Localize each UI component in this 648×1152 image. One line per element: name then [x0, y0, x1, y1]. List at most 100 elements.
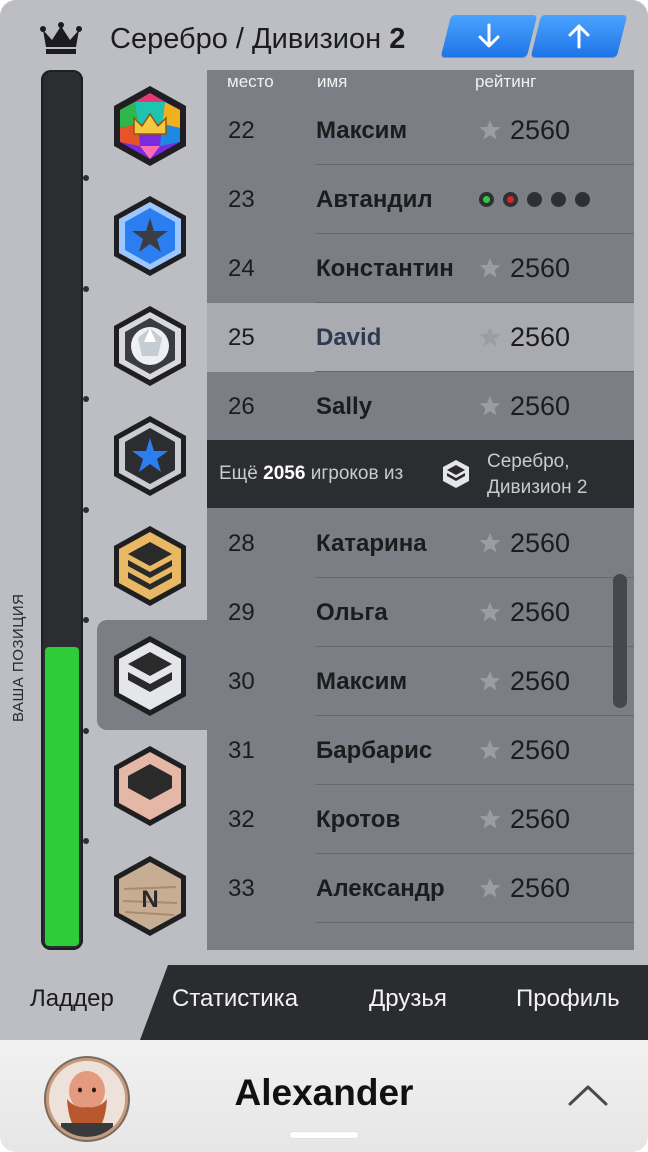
- rating-value: 2560: [510, 391, 571, 421]
- more-players-row[interactable]: Ещё 2056 игроков из Серебро, Дивизион 2: [207, 440, 634, 508]
- player-name: Катарина: [316, 530, 427, 557]
- grandmaster-badge-icon[interactable]: [110, 84, 190, 168]
- division-number: 2: [389, 23, 406, 55]
- more-division-name: Серебро, Дивизион 2: [487, 449, 627, 501]
- status-dots: [479, 192, 599, 208]
- more-suffix: игроков из: [310, 463, 404, 484]
- star-icon: [479, 258, 501, 278]
- bar-tick: [83, 507, 89, 513]
- division-title-text: Серебро / Дивизион: [110, 23, 382, 55]
- rating-value: 2560: [510, 528, 571, 558]
- table-row[interactable]: 30 Максим 2560: [207, 647, 634, 716]
- rank: 23: [228, 186, 255, 213]
- more-players-text: Ещё 2056 игроков из: [219, 440, 403, 508]
- status-dot: [479, 192, 494, 207]
- diamond-badge-icon[interactable]: [110, 304, 190, 388]
- status-dot: [527, 192, 542, 207]
- more-division-line1: Серебро,: [487, 451, 570, 472]
- user-name: Alexander: [234, 1072, 414, 1113]
- champion-star-badge-icon[interactable]: [110, 194, 190, 278]
- table-row[interactable]: 26 Sally 2560: [207, 372, 634, 441]
- your-position-label: ВАША ПОЗИЦИЯ: [10, 593, 27, 722]
- star-icon: [479, 809, 501, 829]
- status-dot: [503, 192, 518, 207]
- arrow-down-icon: [478, 23, 500, 48]
- drag-handle[interactable]: [290, 1132, 358, 1138]
- rating-value: 2560: [510, 873, 571, 903]
- column-name: имя: [317, 72, 348, 91]
- table-row[interactable]: 31 Барбарис 2560: [207, 716, 634, 785]
- rank: 22: [228, 117, 255, 144]
- division-title: Серебро / Дивизион 2: [110, 20, 405, 58]
- rank: 26: [228, 393, 255, 420]
- silver-badge-icon[interactable]: [110, 634, 190, 718]
- arrow-up-icon: [568, 24, 590, 49]
- table-row[interactable]: 22 Максим 2560: [207, 96, 634, 165]
- rank: 32: [228, 806, 255, 833]
- table-row[interactable]: 23 Автандил: [207, 165, 634, 234]
- user-footer[interactable]: Alexander: [0, 1040, 648, 1152]
- status-dot: [551, 192, 566, 207]
- status-dot: [575, 192, 590, 207]
- position-bar-fill: [45, 646, 79, 946]
- rating-value: 2560: [510, 253, 571, 283]
- rating-value: 2560: [510, 735, 571, 765]
- ladder-table: место имя рейтинг 22 Максим 2560 23 Автандил…: [207, 70, 634, 950]
- more-count: 2056: [263, 463, 306, 484]
- player-name: Александр: [316, 875, 445, 902]
- star-icon: [479, 602, 501, 622]
- bar-tick: [83, 728, 89, 734]
- player-name: David: [316, 324, 382, 351]
- wood-badge-icon[interactable]: N: [110, 854, 190, 938]
- tab-friends[interactable]: Друзья: [369, 985, 447, 1013]
- row-divider: [315, 922, 634, 923]
- rating-value: 2560: [510, 804, 571, 834]
- bar-tick: [83, 286, 89, 292]
- rating-value: 2560: [510, 666, 571, 696]
- table-row[interactable]: 28 Катарина 2560: [207, 509, 634, 578]
- table-row[interactable]: 32 Кротов 2560: [207, 785, 634, 854]
- player-name: Sally: [316, 393, 373, 420]
- rank: 29: [228, 599, 255, 626]
- rank: 25: [228, 324, 255, 351]
- bar-tick: [83, 396, 89, 402]
- rank: 30: [228, 668, 255, 695]
- silver-division-icon: [443, 460, 469, 488]
- tab-statistics[interactable]: Статистика: [172, 985, 298, 1013]
- tab-profile[interactable]: Профиль: [516, 985, 620, 1013]
- player-name: Автандил: [316, 186, 433, 213]
- table-row-current-user[interactable]: 25 David 2560: [207, 303, 634, 372]
- rank: 31: [228, 737, 255, 764]
- star-icon: [479, 396, 501, 416]
- ladder-screen: Серебро / Дивизион 2 ВАША ПОЗИЦИЯ N мест…: [0, 0, 648, 1040]
- scroll-down-button[interactable]: [440, 15, 538, 57]
- platinum-star-badge-icon[interactable]: [110, 414, 190, 498]
- rank: 33: [228, 875, 255, 902]
- bronze-badge-icon[interactable]: [110, 744, 190, 828]
- bar-tick: [83, 838, 89, 844]
- player-name: Константин: [316, 255, 454, 282]
- rating-value: 2560: [510, 322, 571, 352]
- tab-ladder[interactable]: Ладдер: [30, 985, 114, 1013]
- svg-text:N: N: [141, 886, 158, 913]
- chevron-up-icon[interactable]: [567, 1083, 609, 1107]
- star-icon: [479, 671, 501, 691]
- bar-tick: [83, 617, 89, 623]
- scrollbar[interactable]: [613, 574, 627, 708]
- table-row[interactable]: 29 Ольга 2560: [207, 578, 634, 647]
- table-row[interactable]: 33 Александр 2560: [207, 854, 634, 923]
- player-name: Барбарис: [316, 737, 433, 764]
- rating-value: 2560: [510, 597, 571, 627]
- rating-value: 2560: [510, 115, 571, 145]
- star-icon: [479, 740, 501, 760]
- scroll-up-button[interactable]: [530, 15, 628, 57]
- crown-icon: [40, 22, 82, 54]
- table-row[interactable]: 24 Константин 2560: [207, 234, 634, 303]
- gold-badge-icon[interactable]: [110, 524, 190, 608]
- table-header: место имя рейтинг: [207, 70, 634, 98]
- player-name: Максим: [316, 668, 408, 695]
- column-rating: рейтинг: [475, 72, 537, 91]
- player-name: Ольга: [316, 599, 388, 626]
- player-name: Максим: [316, 117, 408, 144]
- player-name: Кротов: [316, 806, 401, 833]
